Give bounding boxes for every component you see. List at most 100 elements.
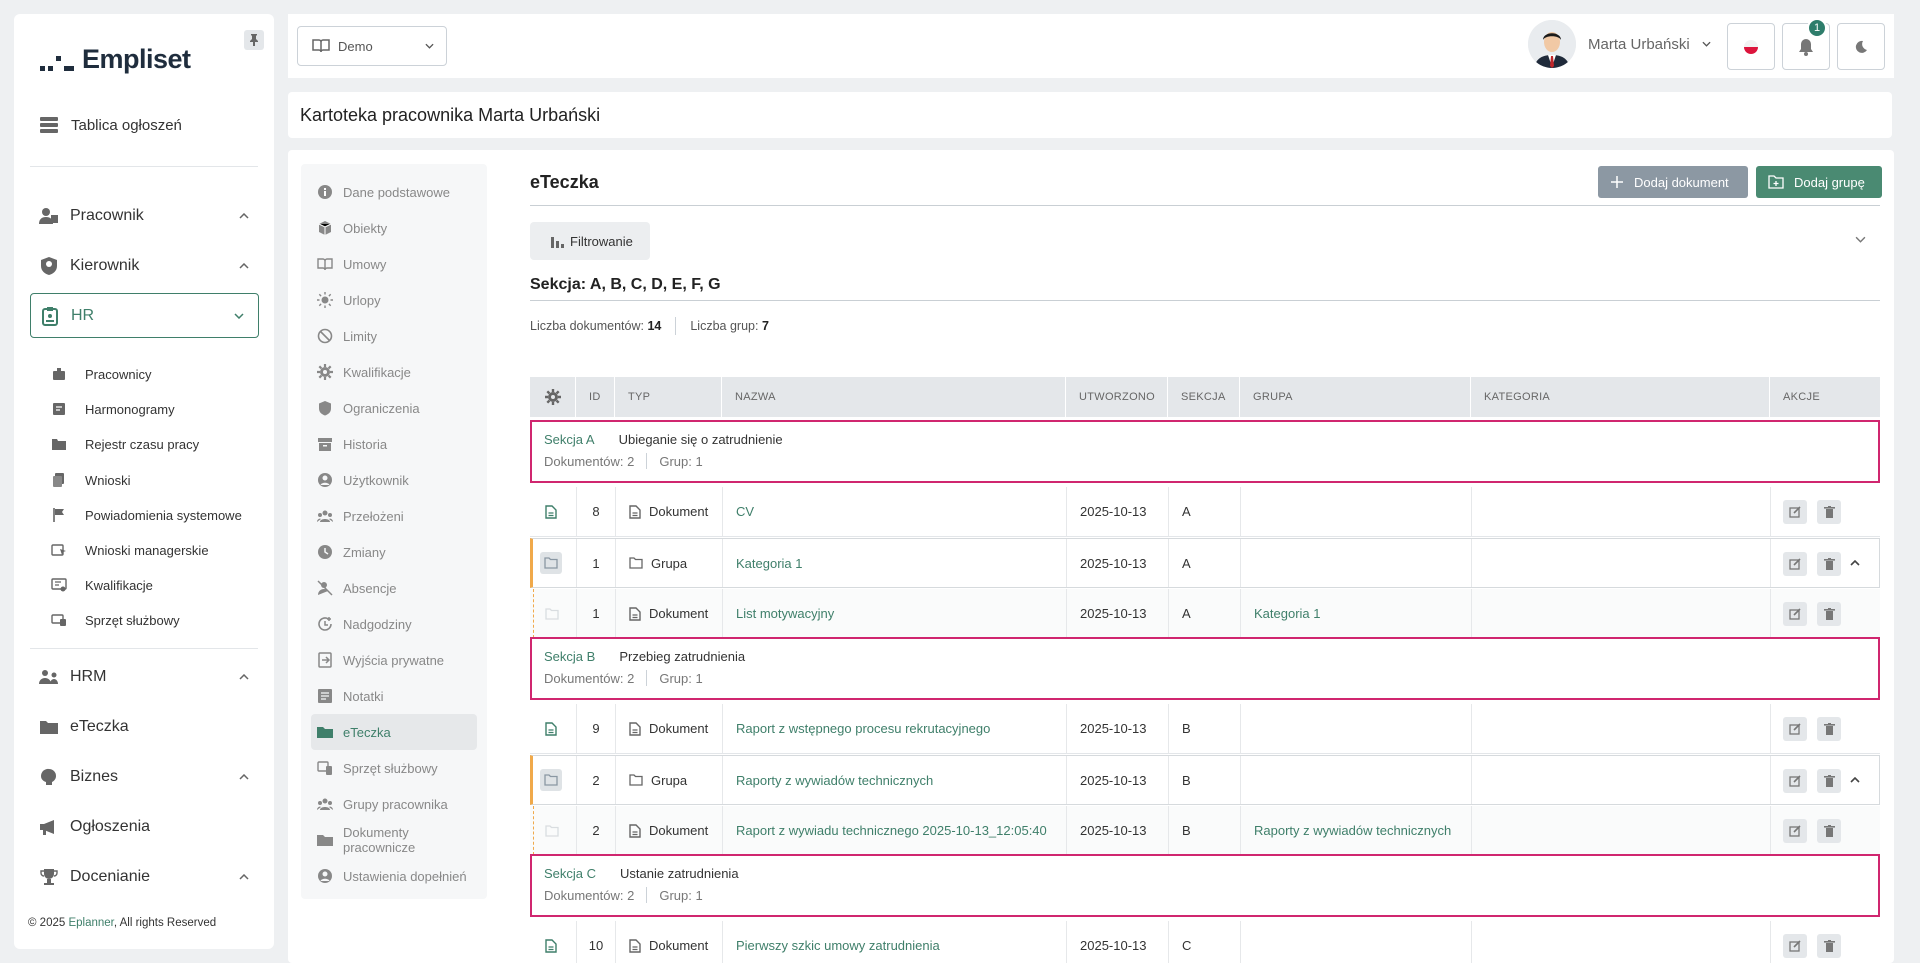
cell-id: 1 (576, 589, 615, 638)
subnav-item[interactable]: Wyjścia prywatne (311, 642, 477, 678)
edit-button[interactable] (1783, 769, 1807, 793)
cell-group-link[interactable] (1240, 539, 1471, 587)
column-section[interactable]: SEKCJA (1168, 377, 1240, 417)
add-group-button[interactable]: Dodaj grupę (1756, 166, 1882, 198)
nav-section-kierownik[interactable]: Kierownik (39, 251, 249, 281)
filter-button[interactable]: Filtrowanie (530, 222, 650, 260)
subnav-item[interactable]: Urlopy (311, 282, 477, 318)
nav-section-biznes[interactable]: Biznes (39, 762, 249, 792)
cell-group-link[interactable] (1240, 487, 1471, 536)
nav-sub-harmonogramy[interactable]: Harmonogramy (49, 399, 175, 419)
delete-button[interactable] (1817, 819, 1841, 843)
subnav-item[interactable]: eTeczka (311, 714, 477, 750)
cell-name-link[interactable]: Raport z wywiadu technicznego 2025-10-13… (722, 806, 1066, 855)
dark-mode-button[interactable] (1837, 23, 1885, 70)
subnav-item[interactable]: Przełożeni (311, 498, 477, 534)
document-row[interactable]: 10 Dokument Pierwszy szkic umowy zatrudnie… (530, 921, 1880, 963)
delete-button[interactable] (1817, 500, 1841, 524)
edit-button[interactable] (1783, 552, 1807, 576)
column-settings-button[interactable] (530, 377, 576, 417)
column-id[interactable]: ID (576, 377, 615, 417)
nav-sub-wnioski-managerskie[interactable]: Wnioski managerskie (49, 540, 209, 560)
cell-name-link[interactable]: Raport z wstępnego procesu rekrutacyjneg… (722, 704, 1066, 753)
column-created[interactable]: UTWORZONO (1066, 377, 1168, 417)
nav-section-eteczka[interactable]: eTeczka (39, 712, 249, 742)
user-menu[interactable]: Marta Urbański (1528, 20, 1711, 68)
nav-board[interactable]: Tablica ogłoszeń (39, 116, 182, 134)
nav-section-docenianie[interactable]: Docenianie (39, 862, 249, 892)
cell-group-link[interactable] (1240, 756, 1471, 804)
nav-section-ogloszenia[interactable]: Ogłoszenia (39, 812, 249, 842)
cell-name-link[interactable]: Raporty z wywiadów technicznych (722, 756, 1066, 804)
edit-button[interactable] (1783, 934, 1807, 958)
subnav-item[interactable]: Nadgodziny (311, 606, 477, 642)
edit-button[interactable] (1783, 717, 1807, 741)
subnav-item[interactable]: Umowy (311, 246, 477, 282)
delete-button[interactable] (1817, 717, 1841, 741)
column-category[interactable]: KATEGORIA (1471, 377, 1770, 417)
language-button[interactable] (1727, 23, 1775, 70)
cell-name-link[interactable]: Kategoria 1 (722, 539, 1066, 587)
delete-button[interactable] (1817, 934, 1841, 958)
cell-group-link[interactable]: Kategoria 1 (1240, 589, 1471, 638)
group-toggle[interactable] (540, 769, 562, 791)
subnav-item[interactable]: Notatki (311, 678, 477, 714)
cell-id: 2 (576, 806, 615, 855)
delete-button[interactable] (1817, 602, 1841, 626)
subnav-item[interactable]: Absencje (311, 570, 477, 606)
cell-name-link[interactable]: Pierwszy szkic umowy zatrudnienia (722, 921, 1066, 963)
document-row[interactable]: 8 Dokument CV 2025-10-13 A (530, 487, 1880, 537)
edit-button[interactable] (1783, 819, 1807, 843)
cell-name-link[interactable]: List motywacyjny (722, 589, 1066, 638)
nav-sub-pracownicy[interactable]: Pracownicy (49, 364, 151, 384)
column-group[interactable]: GRUPA (1240, 377, 1471, 417)
edit-button[interactable] (1783, 500, 1807, 524)
subnav-item[interactable]: Dokumenty pracownicze (311, 822, 477, 858)
delete-button[interactable] (1817, 552, 1841, 576)
nav-sub-wnioski[interactable]: Wnioski (49, 470, 131, 490)
company-select[interactable]: Demo (297, 26, 447, 66)
subnav-item-label: Dane podstawowe (343, 184, 450, 200)
pin-sidebar-button[interactable] (244, 30, 264, 50)
column-type[interactable]: TYP (615, 377, 722, 417)
subnav-item[interactable]: Ustawienia dopełnień (311, 858, 477, 894)
document-row[interactable]: 9 Dokument Raport z wstępnego procesu rekr… (530, 704, 1880, 754)
subnav-item[interactable]: Dane podstawowe (311, 174, 477, 210)
subnav-item[interactable]: Użytkownik (311, 462, 477, 498)
notifications-button[interactable]: 1 (1782, 18, 1830, 70)
subnav-item[interactable]: Limity (311, 318, 477, 354)
cell-group-link[interactable] (1240, 704, 1471, 753)
nav-section-hr[interactable]: HR (30, 293, 259, 338)
cell-name-link[interactable]: CV (722, 487, 1066, 536)
logo[interactable]: Empliset (40, 44, 191, 75)
nav-section-hrm[interactable]: HRM (39, 662, 249, 692)
nav-sub-powiadomienia[interactable]: Powiadomienia systemowe (49, 505, 242, 525)
group-row[interactable]: 2 Grupa Raporty z wywiadów technicznych 202… (530, 755, 1880, 805)
cell-group-link[interactable] (1240, 921, 1471, 963)
delete-button[interactable] (1817, 769, 1841, 793)
nav-sub-kwalifikacje[interactable]: Kwalifikacje (49, 575, 153, 595)
collapse-button[interactable] (1850, 539, 1866, 587)
group-row[interactable]: 1 Grupa Kategoria 1 2025-10-13 A (530, 538, 1880, 588)
subnav-item[interactable]: Grupy pracownika (311, 786, 477, 822)
group-toggle[interactable] (540, 552, 562, 574)
chevron-down-icon[interactable] (1855, 236, 1866, 243)
subnav-item[interactable]: Obiekty (311, 210, 477, 246)
cell-group-link[interactable]: Raporty z wywiadów technicznych (1240, 806, 1471, 855)
nav-section-pracownik[interactable]: Pracownik (39, 201, 249, 231)
subnav-item[interactable]: Historia (311, 426, 477, 462)
document-row[interactable]: 2 Dokument Raport z wywiadu technicznego 2… (530, 806, 1880, 856)
add-document-button[interactable]: Dodaj dokument (1598, 166, 1748, 198)
subnav-item[interactable]: Sprzęt służbowy (311, 750, 477, 786)
column-name[interactable]: NAZWA (722, 377, 1066, 417)
footer-link[interactable]: Eplanner (68, 917, 113, 929)
subnav-item[interactable]: Zmiany (311, 534, 477, 570)
filter-label: Filtrowanie (570, 233, 633, 249)
document-row[interactable]: 1 Dokument List motywacyjny 2025-10-13 A Kate… (530, 589, 1880, 639)
nav-sub-sprzet[interactable]: Sprzęt służbowy (49, 610, 180, 630)
collapse-button[interactable] (1850, 756, 1866, 804)
edit-button[interactable] (1783, 602, 1807, 626)
nav-sub-rejestr[interactable]: Rejestr czasu pracy (49, 434, 199, 454)
subnav-item[interactable]: Kwalifikacje (311, 354, 477, 390)
subnav-item[interactable]: Ograniczenia (311, 390, 477, 426)
